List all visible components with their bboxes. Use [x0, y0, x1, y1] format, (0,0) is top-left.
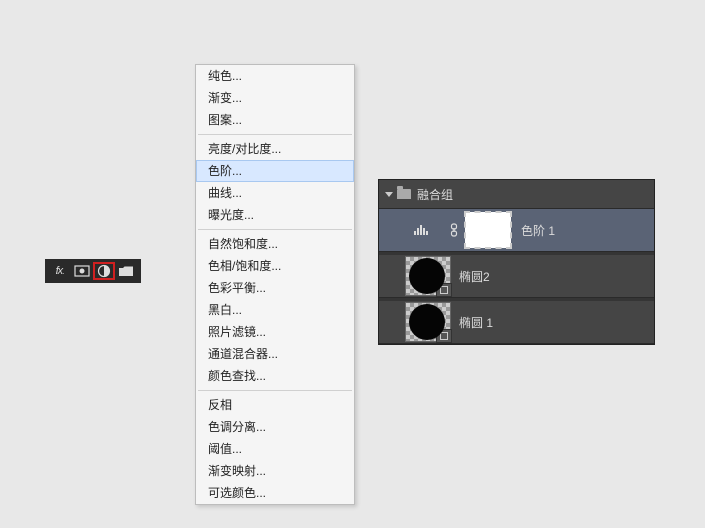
- adjustment-layer-menu: 纯色... 渐变... 图案... 亮度/对比度... 色阶... 曲线... …: [195, 64, 355, 505]
- menu-gradient-map[interactable]: 渐变映射...: [196, 460, 354, 482]
- menu-separator: [198, 390, 352, 391]
- shape-layer-name: 椭圆 1: [459, 314, 493, 331]
- menu-hue-sat[interactable]: 色相/饱和度...: [196, 255, 354, 277]
- layers-panel: 融合组 色阶 1 椭圆2 椭圆 1: [378, 179, 655, 345]
- group-name: 融合组: [417, 186, 453, 203]
- menu-pattern[interactable]: 图案...: [196, 109, 354, 131]
- menu-channel-mixer[interactable]: 通道混合器...: [196, 343, 354, 365]
- layer-group-row[interactable]: 融合组: [379, 180, 654, 209]
- menu-selective-color[interactable]: 可选颜色...: [196, 482, 354, 504]
- group-button[interactable]: [115, 262, 137, 280]
- menu-invert[interactable]: 反相: [196, 394, 354, 416]
- menu-separator: [198, 229, 352, 230]
- disclosure-triangle-icon[interactable]: [385, 192, 393, 197]
- adjustment-layer-row[interactable]: 色阶 1: [379, 209, 654, 252]
- link-icon[interactable]: [447, 223, 461, 237]
- menu-black-white[interactable]: 黑白...: [196, 299, 354, 321]
- layers-bottom-toolbar: fx.: [45, 259, 141, 283]
- shape-layer-row[interactable]: 椭圆 1: [379, 301, 654, 344]
- menu-exposure[interactable]: 曝光度...: [196, 204, 354, 226]
- shape-thumbnail[interactable]: [405, 256, 451, 296]
- mask-thumbnail[interactable]: [465, 212, 511, 248]
- adjustment-layer-name: 色阶 1: [521, 222, 555, 239]
- menu-color-lookup[interactable]: 颜色查找...: [196, 365, 354, 387]
- shape-layer-name: 椭圆2: [459, 268, 490, 285]
- vector-shape-badge: [436, 329, 452, 343]
- mask-button[interactable]: [71, 262, 93, 280]
- fx-button[interactable]: fx.: [49, 262, 71, 280]
- adjustment-layer-button[interactable]: [93, 262, 115, 280]
- menu-levels[interactable]: 色阶...: [196, 160, 354, 182]
- folder-icon: [397, 189, 411, 199]
- shape-thumbnail[interactable]: [405, 302, 451, 342]
- menu-photo-filter[interactable]: 照片滤镜...: [196, 321, 354, 343]
- menu-curves[interactable]: 曲线...: [196, 182, 354, 204]
- vector-shape-badge: [436, 283, 452, 297]
- menu-vibrance[interactable]: 自然饱和度...: [196, 233, 354, 255]
- menu-threshold[interactable]: 阈值...: [196, 438, 354, 460]
- menu-color-balance[interactable]: 色彩平衡...: [196, 277, 354, 299]
- menu-gradient[interactable]: 渐变...: [196, 87, 354, 109]
- menu-posterize[interactable]: 色调分离...: [196, 416, 354, 438]
- menu-solid-color[interactable]: 纯色...: [196, 65, 354, 87]
- menu-separator: [198, 134, 352, 135]
- levels-icon: [411, 223, 433, 237]
- shape-layer-row[interactable]: 椭圆2: [379, 255, 654, 298]
- menu-brightness-contrast[interactable]: 亮度/对比度...: [196, 138, 354, 160]
